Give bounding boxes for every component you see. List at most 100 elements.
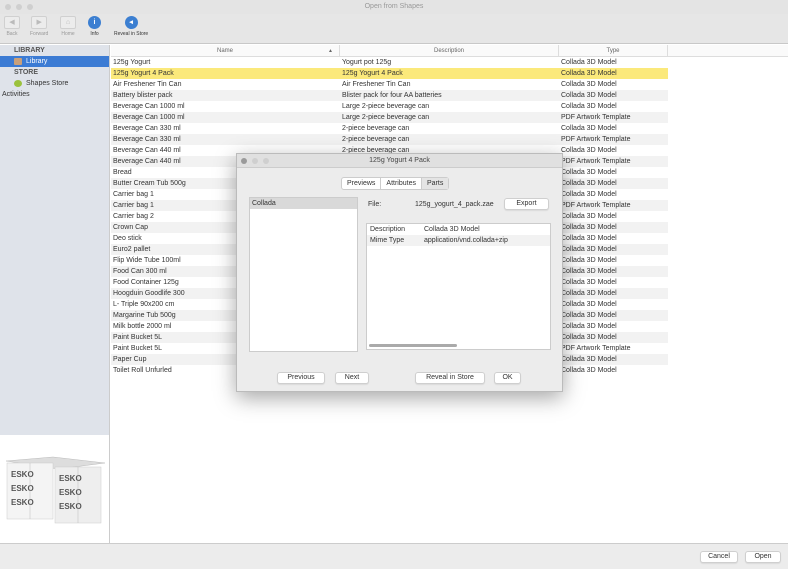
cell-description: 2-piece beverage can bbox=[342, 136, 410, 143]
table-row[interactable]: 125g Yogurt 4 Pack 125g Yogurt 4 Pack Coll… bbox=[111, 68, 668, 79]
attribute-value: application/vnd.collada+zip bbox=[424, 237, 508, 244]
svg-text:ESKO: ESKO bbox=[59, 488, 82, 497]
cell-description: Blister pack for four AA batteries bbox=[342, 92, 442, 99]
cell-type: Collada 3D Model bbox=[561, 356, 617, 363]
dialog-titlebar: 125g Yogurt 4 Pack bbox=[237, 154, 562, 168]
sidebar-header-store: STORE bbox=[14, 69, 38, 76]
toolbar: ◀ Back ▶ Forward ⌂ Home i Info ◂ Reveal in Store bbox=[0, 14, 788, 44]
svg-text:ESKO: ESKO bbox=[59, 474, 82, 483]
cell-type: PDF Artwork Template bbox=[561, 114, 631, 121]
reveal-in-store-button[interactable]: ◂ Reveal in Store bbox=[114, 16, 148, 37]
info-button[interactable]: i Info bbox=[88, 16, 101, 37]
column-header-name[interactable]: Name ▲ bbox=[111, 45, 340, 56]
table-row[interactable]: Beverage Can 1000 ml Large 2-piece bevera… bbox=[111, 101, 668, 112]
back-icon: ◀ bbox=[4, 16, 20, 29]
file-name: 125g_yogurt_4_pack.zae bbox=[415, 201, 494, 208]
column-header-type[interactable]: Type bbox=[559, 45, 668, 56]
horizontal-scrollbar[interactable] bbox=[369, 344, 457, 347]
cell-type: PDF Artwork Template bbox=[561, 136, 631, 143]
attribute-row: Mime Type application/vnd.collada+zip bbox=[367, 235, 550, 246]
cell-type: Collada 3D Model bbox=[561, 70, 617, 77]
tab-attributes[interactable]: Attributes bbox=[380, 178, 422, 189]
svg-text:ESKO: ESKO bbox=[11, 484, 34, 493]
reveal-icon: ◂ bbox=[124, 16, 138, 29]
cell-description: Air Freshener Tin Can bbox=[342, 81, 411, 88]
dialog-tabs: Previews Attributes Parts bbox=[341, 177, 450, 190]
window-controls[interactable] bbox=[5, 4, 33, 10]
cell-description: 2-piece beverage can bbox=[342, 125, 410, 132]
dialog-close-button[interactable] bbox=[241, 158, 247, 164]
cell-type: Collada 3D Model bbox=[561, 191, 617, 198]
cell-type: Collada 3D Model bbox=[561, 367, 617, 374]
table-row[interactable]: Beverage Can 330 ml 2-piece beverage can C… bbox=[111, 123, 668, 134]
zoom-button[interactable] bbox=[27, 4, 33, 10]
cell-type: Collada 3D Model bbox=[561, 301, 617, 308]
cell-name: Beverage Can 330 ml bbox=[113, 136, 181, 143]
library-icon bbox=[14, 58, 22, 65]
minimize-button[interactable] bbox=[16, 4, 22, 10]
table-row[interactable]: Beverage Can 1000 ml Large 2-piece bevera… bbox=[111, 112, 668, 123]
svg-text:ESKO: ESKO bbox=[11, 470, 34, 479]
sidebar: LIBRARY Library STORE Shapes Store Activ… bbox=[0, 45, 110, 435]
cell-type: Collada 3D Model bbox=[561, 279, 617, 286]
next-button[interactable]: Next bbox=[335, 372, 369, 384]
toolbar-label: Forward bbox=[30, 31, 49, 37]
cell-type: PDF Artwork Template bbox=[561, 158, 631, 165]
cell-type: Collada 3D Model bbox=[561, 312, 617, 319]
table-row[interactable]: Beverage Can 330 ml 2-piece beverage can P… bbox=[111, 134, 668, 145]
cell-name: Air Freshener Tin Can bbox=[113, 81, 182, 88]
cell-type: Collada 3D Model bbox=[561, 147, 617, 154]
window-title: Open from Shapes bbox=[364, 3, 424, 10]
attribute-key: Mime Type bbox=[370, 237, 405, 244]
bottom-bar: Cancel Open bbox=[0, 543, 788, 569]
item-info-dialog: 125g Yogurt 4 Pack Previews Attributes P… bbox=[236, 153, 563, 392]
cell-type: Collada 3D Model bbox=[561, 290, 617, 297]
part-item-collada[interactable]: Collada bbox=[250, 198, 357, 209]
reveal-in-store-button[interactable]: Reveal in Store bbox=[415, 372, 485, 384]
sort-ascending-icon: ▲ bbox=[328, 48, 333, 54]
table-row[interactable]: 125g Yogurt Yogurt pot 125g Collada 3D Mod… bbox=[111, 57, 668, 68]
sidebar-item-library[interactable]: Library bbox=[0, 56, 109, 67]
toolbar-label: Back bbox=[6, 31, 18, 37]
cell-type: Collada 3D Model bbox=[561, 103, 617, 110]
cell-type: Collada 3D Model bbox=[561, 268, 617, 275]
cell-type: Collada 3D Model bbox=[561, 257, 617, 264]
previous-button[interactable]: Previous bbox=[277, 372, 325, 384]
attribute-row: Description Collada 3D Model bbox=[367, 224, 550, 235]
sidebar-item-label: Shapes Store bbox=[26, 80, 69, 87]
ok-button[interactable]: OK bbox=[494, 372, 521, 384]
cell-description: Large 2-piece beverage can bbox=[342, 114, 430, 121]
open-button[interactable]: Open bbox=[745, 551, 781, 563]
cell-type: Collada 3D Model bbox=[561, 224, 617, 231]
attribute-key: Description bbox=[370, 226, 406, 233]
sidebar-header-library: LIBRARY bbox=[14, 47, 45, 54]
sidebar-item-activities[interactable]: Activities bbox=[0, 89, 109, 100]
close-button[interactable] bbox=[5, 4, 11, 10]
toolbar-label: Reveal in Store bbox=[114, 31, 149, 37]
export-button[interactable]: Export bbox=[504, 198, 549, 210]
cell-type: Collada 3D Model bbox=[561, 213, 617, 220]
table-row[interactable]: Air Freshener Tin Can Air Freshener Tin C… bbox=[111, 79, 668, 90]
dialog-minimize-button bbox=[252, 158, 258, 164]
cell-type: Collada 3D Model bbox=[561, 235, 617, 242]
cell-name: Beverage Can 1000 ml bbox=[113, 114, 185, 121]
cell-type: Collada 3D Model bbox=[561, 246, 617, 253]
cancel-button[interactable]: Cancel bbox=[700, 551, 738, 563]
yogurt-pack-image: ESKO ESKO ESKO ESKO ESKO ESKO bbox=[5, 456, 106, 524]
cell-type: Collada 3D Model bbox=[561, 323, 617, 330]
forward-icon: ▶ bbox=[31, 16, 48, 29]
cell-type: Collada 3D Model bbox=[561, 81, 617, 88]
cell-name: 125g Yogurt 4 Pack bbox=[113, 70, 174, 77]
cell-name: Battery blister pack bbox=[113, 92, 173, 99]
column-header-description[interactable]: Description bbox=[340, 45, 559, 56]
preview-thumbnail: ESKO ESKO ESKO ESKO ESKO ESKO bbox=[0, 435, 110, 543]
sidebar-item-shapes-store[interactable]: Shapes Store bbox=[0, 78, 109, 89]
cell-name: 125g Yogurt bbox=[113, 59, 151, 66]
tab-parts[interactable]: Parts bbox=[421, 178, 449, 189]
file-label: File: bbox=[368, 201, 382, 208]
tab-previews[interactable]: Previews bbox=[342, 178, 380, 189]
cell-description: 125g Yogurt 4 Pack bbox=[342, 70, 403, 77]
home-button: ⌂ Home bbox=[60, 16, 76, 37]
table-row[interactable]: Battery blister pack Blister pack for fou… bbox=[111, 90, 668, 101]
dialog-title: 125g Yogurt 4 Pack bbox=[369, 157, 430, 164]
